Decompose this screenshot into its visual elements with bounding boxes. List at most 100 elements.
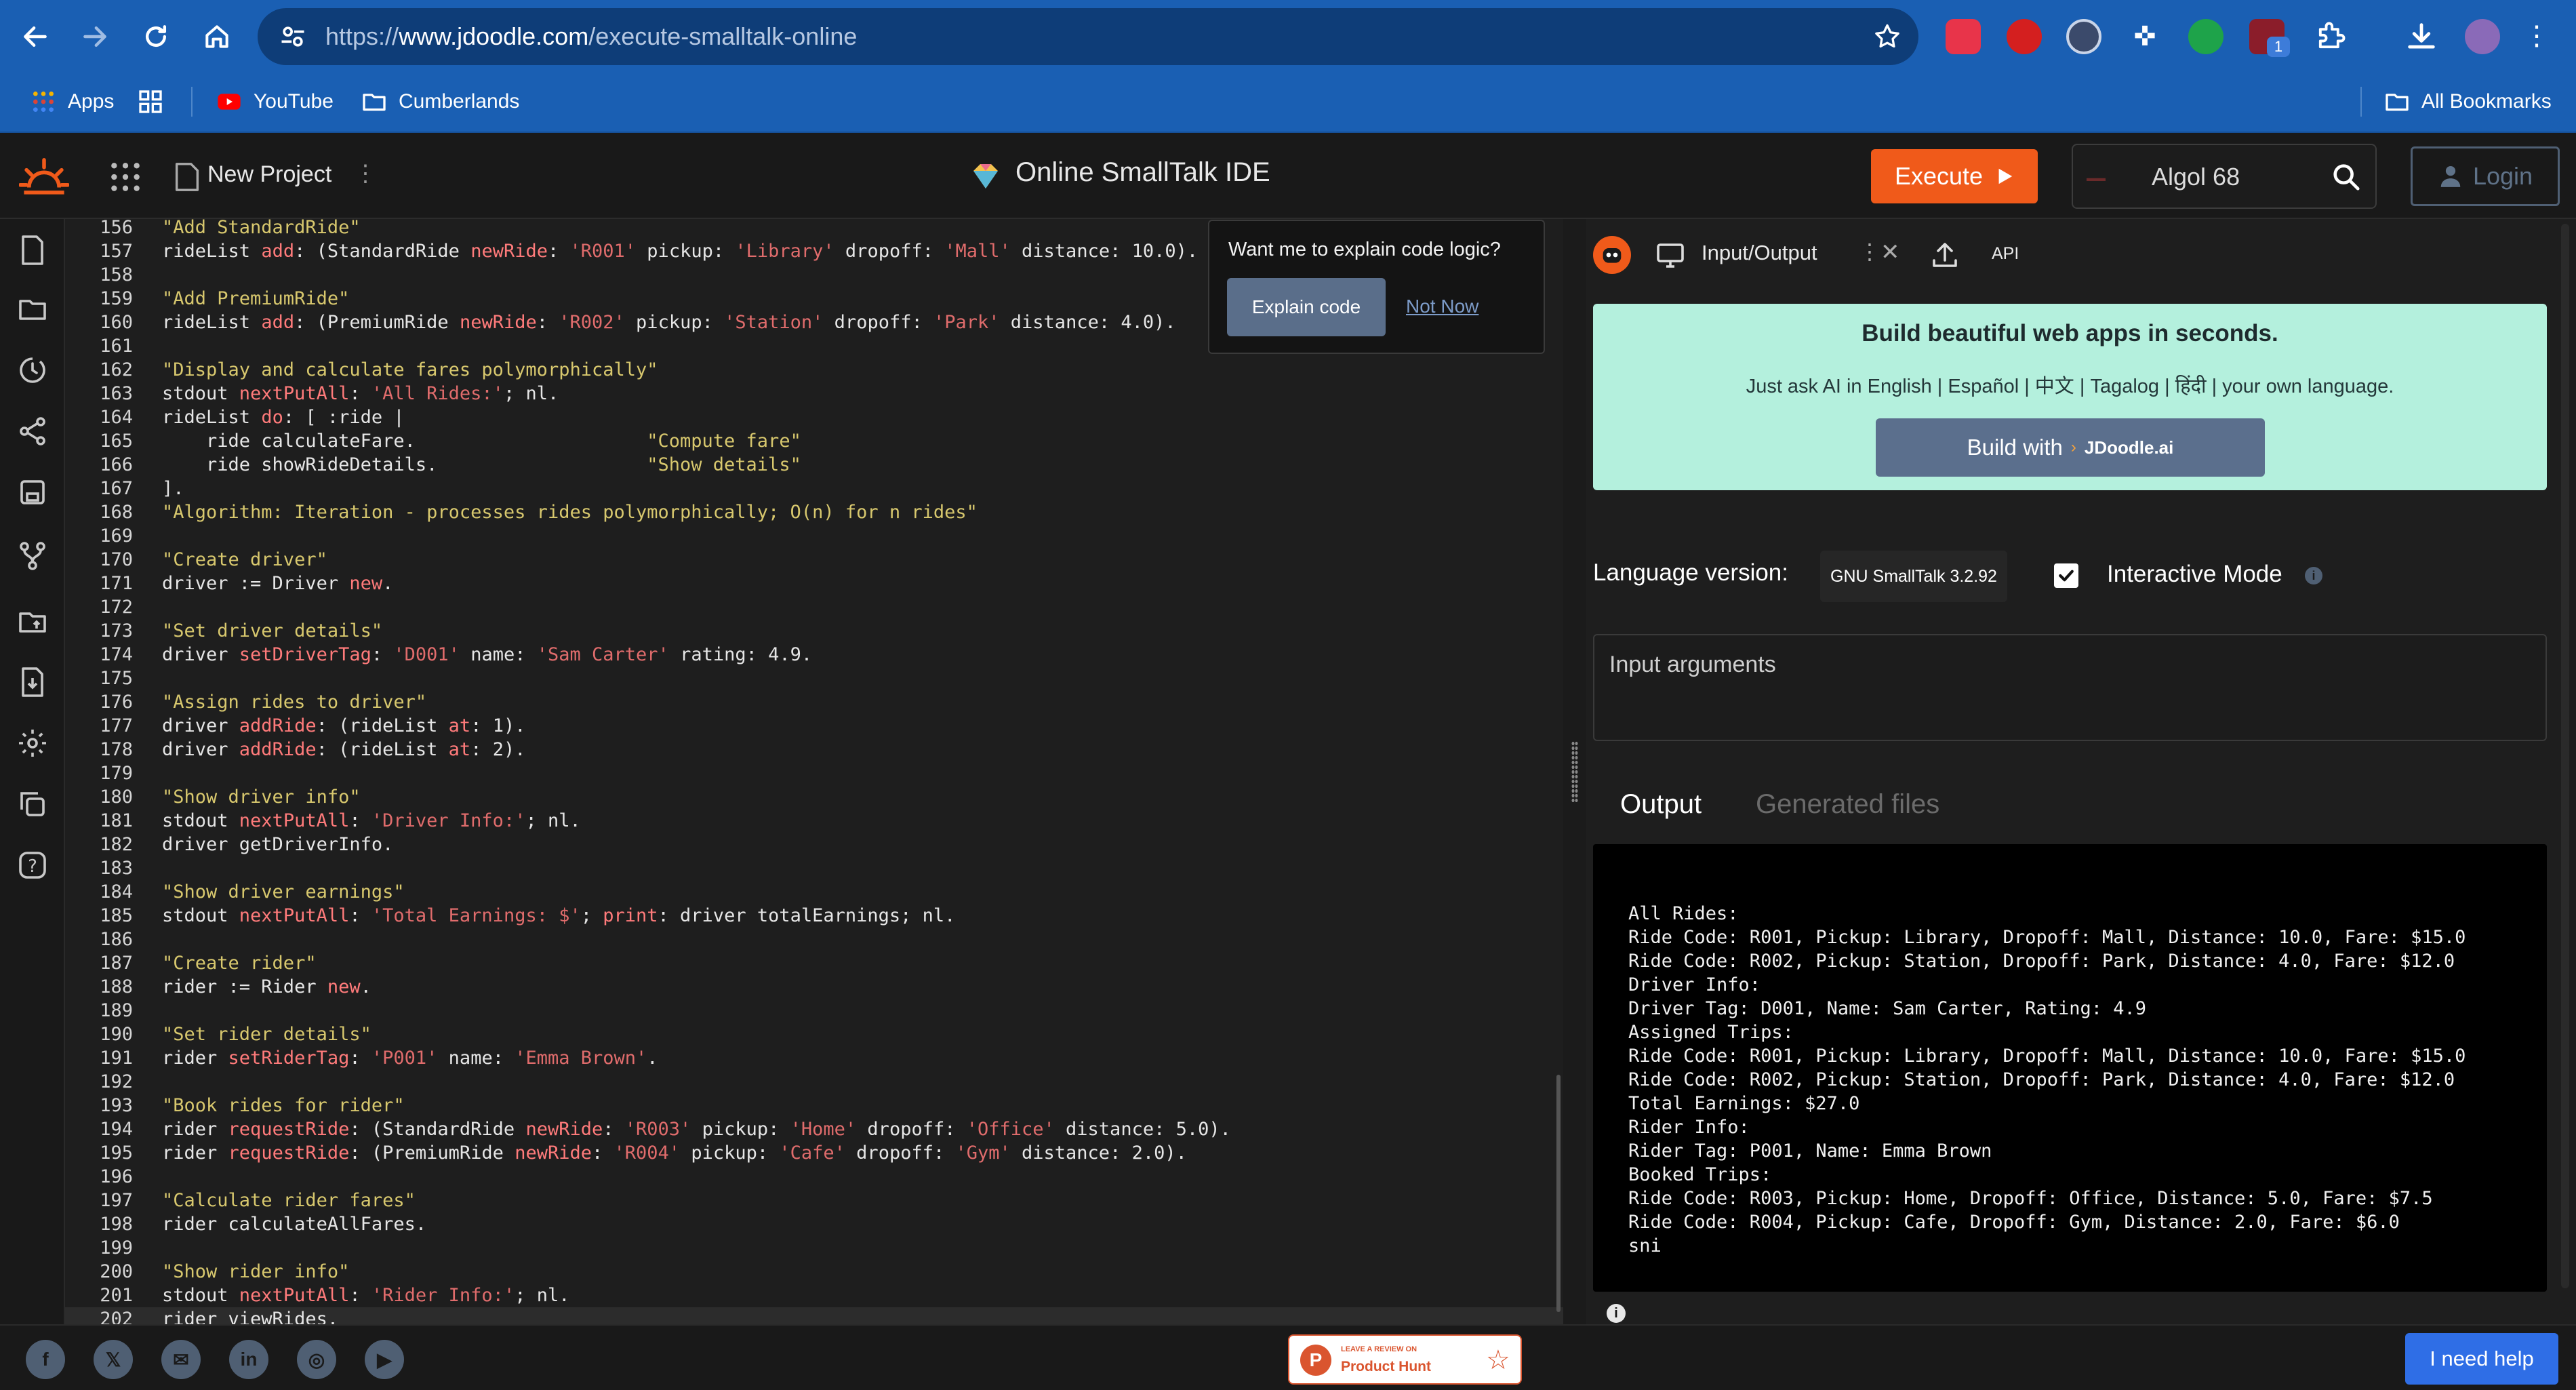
line-code[interactable]: "Display and calculate fares polymorphic… — [162, 358, 658, 382]
line-code[interactable]: "Show driver earnings" — [162, 880, 405, 904]
line-code[interactable]: "Show driver info" — [162, 785, 361, 809]
login-button[interactable]: Login — [2411, 146, 2560, 206]
line-code[interactable]: rider setRiderTag: 'P001' name: 'Emma Br… — [162, 1046, 658, 1070]
line-code[interactable]: "Set driver details" — [162, 619, 382, 643]
code-line[interactable]: 171 driver := Driver new. — [65, 572, 1563, 595]
url-text[interactable]: https://www.jdoodle.com/execute-smalltal… — [325, 8, 857, 65]
line-code[interactable]: driver addRide: (rideList at: 1). — [162, 714, 525, 738]
star-bookmark-icon[interactable] — [1872, 22, 1902, 52]
line-code[interactable]: rider viewRides. — [162, 1307, 338, 1324]
extension-icon-1[interactable] — [1946, 19, 1981, 54]
profile-avatar[interactable] — [2465, 19, 2500, 54]
search-icon[interactable] — [2331, 161, 2362, 193]
reload-button[interactable] — [133, 14, 179, 60]
product-hunt-badge[interactable]: P LEAVE A REVIEW ON Product Hunt ☆ — [1288, 1334, 1522, 1385]
share-icon[interactable] — [16, 415, 49, 448]
line-code[interactable]: "Assign rides to driver" — [162, 690, 426, 714]
fork-icon[interactable] — [16, 540, 49, 572]
extension-icon-6[interactable]: 1 — [2249, 19, 2290, 57]
new-file-icon[interactable] — [16, 234, 49, 266]
line-code[interactable]: rider requestRide: (StandardRide newRide… — [162, 1117, 1231, 1141]
line-code[interactable]: "Calculate rider fares" — [162, 1189, 416, 1212]
line-code[interactable]: "Set rider details" — [162, 1022, 371, 1046]
all-bookmarks-button[interactable]: All Bookmarks — [2383, 81, 2552, 122]
code-line[interactable]: 179 — [65, 761, 1563, 785]
line-code[interactable]: ]. — [162, 477, 184, 500]
code-line[interactable]: 186 — [65, 928, 1563, 951]
drag-handle-icon[interactable] — [1571, 741, 1578, 802]
code-line[interactable]: 197 "Calculate rider fares" — [65, 1189, 1563, 1212]
code-line[interactable]: 172 — [65, 595, 1563, 619]
code-editor[interactable]: 156 "Add StandardRide" 157 rideList add: (S… — [65, 219, 1563, 1324]
code-line[interactable]: 176 "Assign rides to driver" — [65, 690, 1563, 714]
code-line[interactable]: 196 — [65, 1165, 1563, 1189]
code-line[interactable]: 178 driver addRide: (rideList at: 2). — [65, 738, 1563, 761]
input-arguments-field[interactable]: Input arguments — [1593, 634, 2547, 741]
extension-icon-3[interactable] — [2066, 19, 2101, 54]
line-code[interactable]: stdout nextPutAll: 'Driver Info:'; nl. — [162, 809, 581, 833]
language-selector[interactable]: ▬▬ Algol 68 — [2072, 144, 2377, 209]
forward-button[interactable] — [72, 14, 118, 60]
tab-output[interactable]: Output — [1620, 789, 1702, 820]
line-code[interactable]: "Book rides for rider" — [162, 1094, 405, 1117]
code-line[interactable]: 181 stdout nextPutAll: 'Driver Info:'; nl… — [65, 809, 1563, 833]
copy-icon[interactable] — [16, 788, 49, 820]
code-line[interactable]: 193 "Book rides for rider" — [65, 1094, 1563, 1117]
project-name[interactable]: New Project — [207, 161, 331, 188]
interactive-mode-checkbox[interactable] — [2054, 563, 2078, 588]
line-code[interactable]: rideList do: [ :ride | — [162, 405, 405, 429]
adblock-extension-icon[interactable] — [2007, 19, 2042, 54]
code-line[interactable]: 170 "Create driver" — [65, 548, 1563, 572]
help-icon[interactable]: ? — [16, 849, 49, 881]
code-line[interactable]: 168 "Algorithm: Iteration - processes rid… — [65, 500, 1563, 524]
app-menu-button[interactable] — [108, 160, 142, 194]
code-line[interactable]: 180 "Show driver info" — [65, 785, 1563, 809]
line-code[interactable]: "Create driver" — [162, 548, 327, 572]
line-code[interactable]: rider requestRide: (PremiumRide newRide:… — [162, 1141, 1187, 1165]
line-code[interactable]: rider := Rider new. — [162, 975, 371, 999]
info-icon[interactable]: i — [2305, 567, 2322, 584]
code-line[interactable]: 199 — [65, 1236, 1563, 1260]
not-now-link[interactable]: Not Now — [1406, 296, 1478, 317]
line-code[interactable]: rideList add: (PremiumRide newRide: 'R00… — [162, 311, 1176, 334]
line-code[interactable]: driver setDriverTag: 'D001' name: 'Sam C… — [162, 643, 812, 667]
site-settings-icon[interactable] — [278, 22, 308, 52]
tab-api[interactable]: API — [1992, 244, 2019, 264]
code-line[interactable]: 188 rider := Rider new. — [65, 975, 1563, 999]
download-file-icon[interactable] — [16, 666, 49, 698]
code-line[interactable]: 184 "Show driver earnings" — [65, 880, 1563, 904]
code-line[interactable]: 202 rider viewRides. — [65, 1307, 1563, 1324]
home-button[interactable] — [194, 14, 240, 60]
youtube-social-icon[interactable]: ▶ — [365, 1340, 404, 1379]
code-line[interactable]: 187 "Create rider" — [65, 951, 1563, 975]
code-line[interactable]: 166 ride showRideDetails. "Show details" — [65, 453, 1563, 477]
need-help-button[interactable]: I need help — [2405, 1333, 2558, 1385]
line-code[interactable]: "Add PremiumRide" — [162, 287, 349, 311]
execute-button[interactable]: Execute — [1871, 149, 2038, 203]
line-code[interactable]: stdout nextPutAll: 'Total Earnings: $'; … — [162, 904, 955, 928]
code-line[interactable]: 191 rider setRiderTag: 'P001' name: 'Emma… — [65, 1046, 1563, 1070]
line-code[interactable]: stdout nextPutAll: 'All Rides:'; nl. — [162, 382, 559, 405]
extensions-puzzle-button[interactable] — [2313, 19, 2348, 54]
bookmark-cumberlands[interactable]: Cumberlands — [361, 81, 519, 122]
tab-generated-files[interactable]: Generated files — [1756, 789, 1939, 820]
output-info-icon[interactable]: i — [1607, 1304, 1626, 1323]
project-options-icon[interactable]: ⋮ — [354, 160, 377, 187]
code-line[interactable]: 164 rideList do: [ :ride | — [65, 405, 1563, 429]
editor-scrollbar[interactable] — [1556, 1075, 1561, 1312]
code-line[interactable]: 200 "Show rider info" — [65, 1260, 1563, 1284]
line-code[interactable]: "Algorithm: Iteration - processes rides … — [162, 500, 978, 524]
code-line[interactable]: 192 — [65, 1070, 1563, 1094]
tab-input-output[interactable]: Input/Output — [1702, 241, 1817, 265]
explain-code-button[interactable]: Explain code — [1227, 278, 1386, 336]
code-line[interactable]: 174 driver setDriverTag: 'D001' name: 'Sa… — [65, 643, 1563, 667]
address-bar[interactable]: https://www.jdoodle.com/execute-smalltal… — [258, 8, 1918, 65]
line-code[interactable]: rider calculateAllFares. — [162, 1212, 426, 1236]
close-tab-icon[interactable]: ✕ — [1880, 239, 1900, 266]
code-line[interactable]: 163 stdout nextPutAll: 'All Rides:'; nl. — [65, 382, 1563, 405]
x-twitter-icon[interactable]: 𝕏 — [94, 1340, 133, 1379]
code-line[interactable]: 165 ride calculateFare. "Compute fare" — [65, 429, 1563, 453]
code-line[interactable]: 182 driver getDriverInfo. — [65, 833, 1563, 856]
code-line[interactable]: 190 "Set rider details" — [65, 1022, 1563, 1046]
code-line[interactable]: 175 — [65, 667, 1563, 690]
